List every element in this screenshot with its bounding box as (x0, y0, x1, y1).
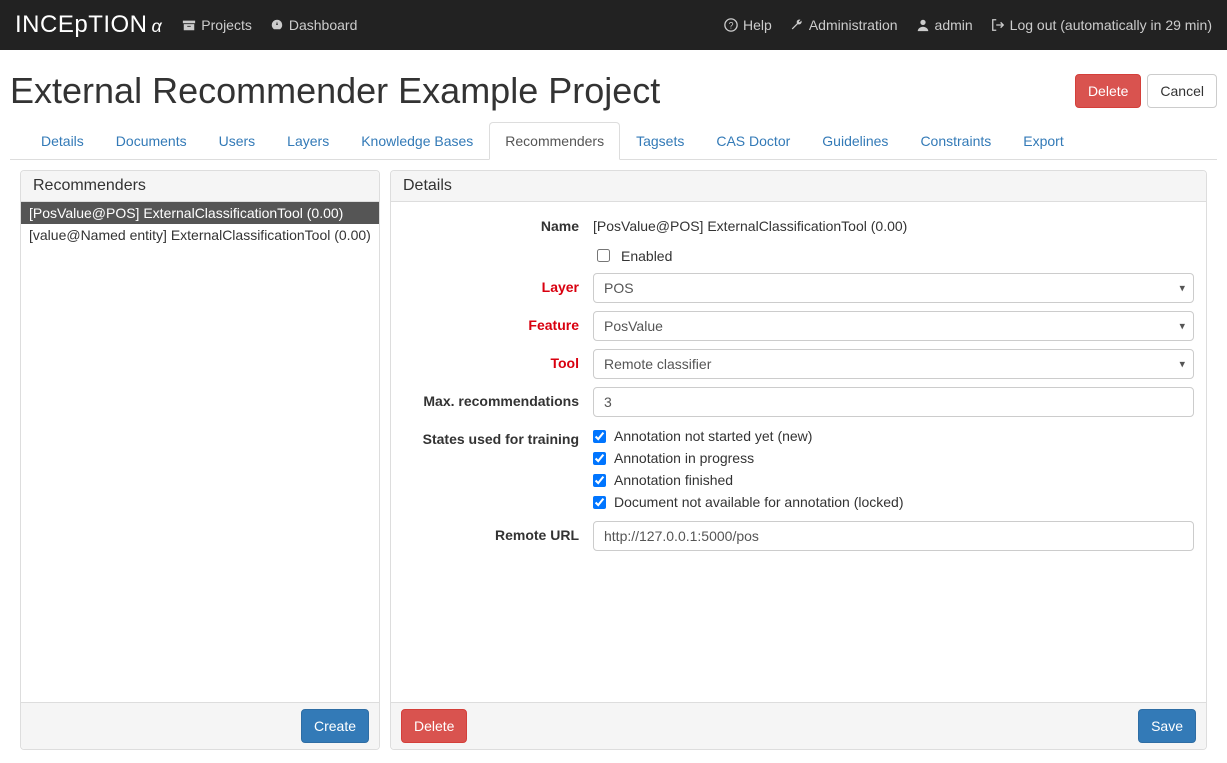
nav-dashboard-label: Dashboard (289, 17, 358, 33)
brand-alpha: α (152, 16, 163, 36)
cancel-button[interactable]: Cancel (1147, 74, 1217, 108)
dashboard-icon (270, 18, 284, 32)
svg-text:?: ? (729, 21, 734, 31)
navbar: INCEpTIONα Projects Dashboard ? Help Adm… (0, 0, 1227, 50)
recommenders-list[interactable]: [PosValue@POS] ExternalClassificationToo… (21, 202, 379, 702)
nav-projects[interactable]: Projects (182, 17, 252, 33)
label-states: States used for training (403, 425, 593, 447)
state-checkbox-row[interactable]: Annotation in progress (593, 447, 1194, 469)
recommenders-heading: Recommenders (21, 171, 379, 202)
remote-url-input[interactable] (593, 521, 1194, 551)
tab-details[interactable]: Details (25, 122, 100, 160)
state-checkbox[interactable] (593, 496, 606, 509)
state-checkbox-row[interactable]: Annotation finished (593, 469, 1194, 491)
state-label: Annotation in progress (614, 450, 754, 466)
value-name: [PosValue@POS] ExternalClassificationToo… (593, 212, 1194, 234)
create-button[interactable]: Create (301, 709, 369, 743)
logout-icon (991, 18, 1005, 32)
layer-select[interactable]: POS (593, 273, 1194, 303)
tab-export[interactable]: Export (1007, 122, 1079, 160)
list-item[interactable]: [value@Named entity] ExternalClassificat… (21, 224, 379, 246)
tool-selected-value: Remote classifier (604, 356, 711, 372)
nav-administration[interactable]: Administration (790, 17, 898, 33)
tab-layers[interactable]: Layers (271, 122, 345, 160)
tab-documents[interactable]: Documents (100, 122, 203, 160)
page-header: External Recommender Example Project Del… (10, 70, 1217, 112)
details-heading: Details (391, 171, 1206, 202)
label-max-rec: Max. recommendations (403, 387, 593, 409)
label-remote-url: Remote URL (403, 521, 593, 543)
label-layer: Layer (403, 273, 593, 295)
enabled-label: Enabled (621, 248, 672, 264)
project-tabs: Details Documents Users Layers Knowledge… (10, 122, 1217, 160)
delete-recommender-button[interactable]: Delete (401, 709, 467, 743)
label-feature: Feature (403, 311, 593, 333)
delete-project-button[interactable]: Delete (1075, 74, 1141, 108)
feature-selected-value: PosValue (604, 318, 663, 334)
tab-guidelines[interactable]: Guidelines (806, 122, 904, 160)
state-label: Document not available for annotation (l… (614, 494, 904, 510)
tab-tagsets[interactable]: Tagsets (620, 122, 700, 160)
tab-constraints[interactable]: Constraints (904, 122, 1007, 160)
state-label: Annotation finished (614, 472, 733, 488)
page-title: External Recommender Example Project (10, 70, 660, 112)
state-checkbox[interactable] (593, 474, 606, 487)
brand-text: INCEpTION (15, 11, 148, 38)
layer-selected-value: POS (604, 280, 634, 296)
nav-administration-label: Administration (809, 17, 898, 33)
tab-recommenders[interactable]: Recommenders (489, 122, 620, 160)
nav-projects-label: Projects (201, 17, 252, 33)
tab-knowledge-bases[interactable]: Knowledge Bases (345, 122, 489, 160)
user-icon (916, 18, 930, 32)
nav-logout-label: Log out (automatically in 29 min) (1010, 17, 1212, 33)
state-checkbox[interactable] (593, 452, 606, 465)
state-label: Annotation not started yet (new) (614, 428, 812, 444)
enabled-checkbox[interactable] (597, 249, 610, 262)
tab-cas-doctor[interactable]: CAS Doctor (700, 122, 806, 160)
save-button[interactable]: Save (1138, 709, 1196, 743)
nav-logout[interactable]: Log out (automatically in 29 min) (991, 17, 1212, 33)
label-name: Name (403, 212, 593, 234)
nav-dashboard[interactable]: Dashboard (270, 17, 358, 33)
question-icon: ? (724, 18, 738, 32)
nav-help[interactable]: ? Help (724, 17, 772, 33)
nav-admin-label: admin (935, 17, 973, 33)
enabled-checkbox-wrap[interactable]: Enabled (593, 242, 1194, 265)
max-recommendations-input[interactable] (593, 387, 1194, 417)
nav-admin-user[interactable]: admin (916, 17, 973, 33)
archive-icon (182, 18, 196, 32)
details-panel: Details Name [PosValue@POS] ExternalClas… (390, 170, 1207, 750)
feature-select[interactable]: PosValue (593, 311, 1194, 341)
list-item[interactable]: [PosValue@POS] ExternalClassificationToo… (21, 202, 379, 224)
wrench-icon (790, 18, 804, 32)
state-checkbox[interactable] (593, 430, 606, 443)
recommenders-panel: Recommenders [PosValue@POS] ExternalClas… (20, 170, 380, 750)
tool-select[interactable]: Remote classifier (593, 349, 1194, 379)
label-tool: Tool (403, 349, 593, 371)
state-checkbox-row[interactable]: Document not available for annotation (l… (593, 491, 1194, 513)
brand[interactable]: INCEpTIONα (15, 11, 162, 39)
tab-users[interactable]: Users (203, 122, 272, 160)
state-checkbox-row[interactable]: Annotation not started yet (new) (593, 425, 1194, 447)
nav-help-label: Help (743, 17, 772, 33)
